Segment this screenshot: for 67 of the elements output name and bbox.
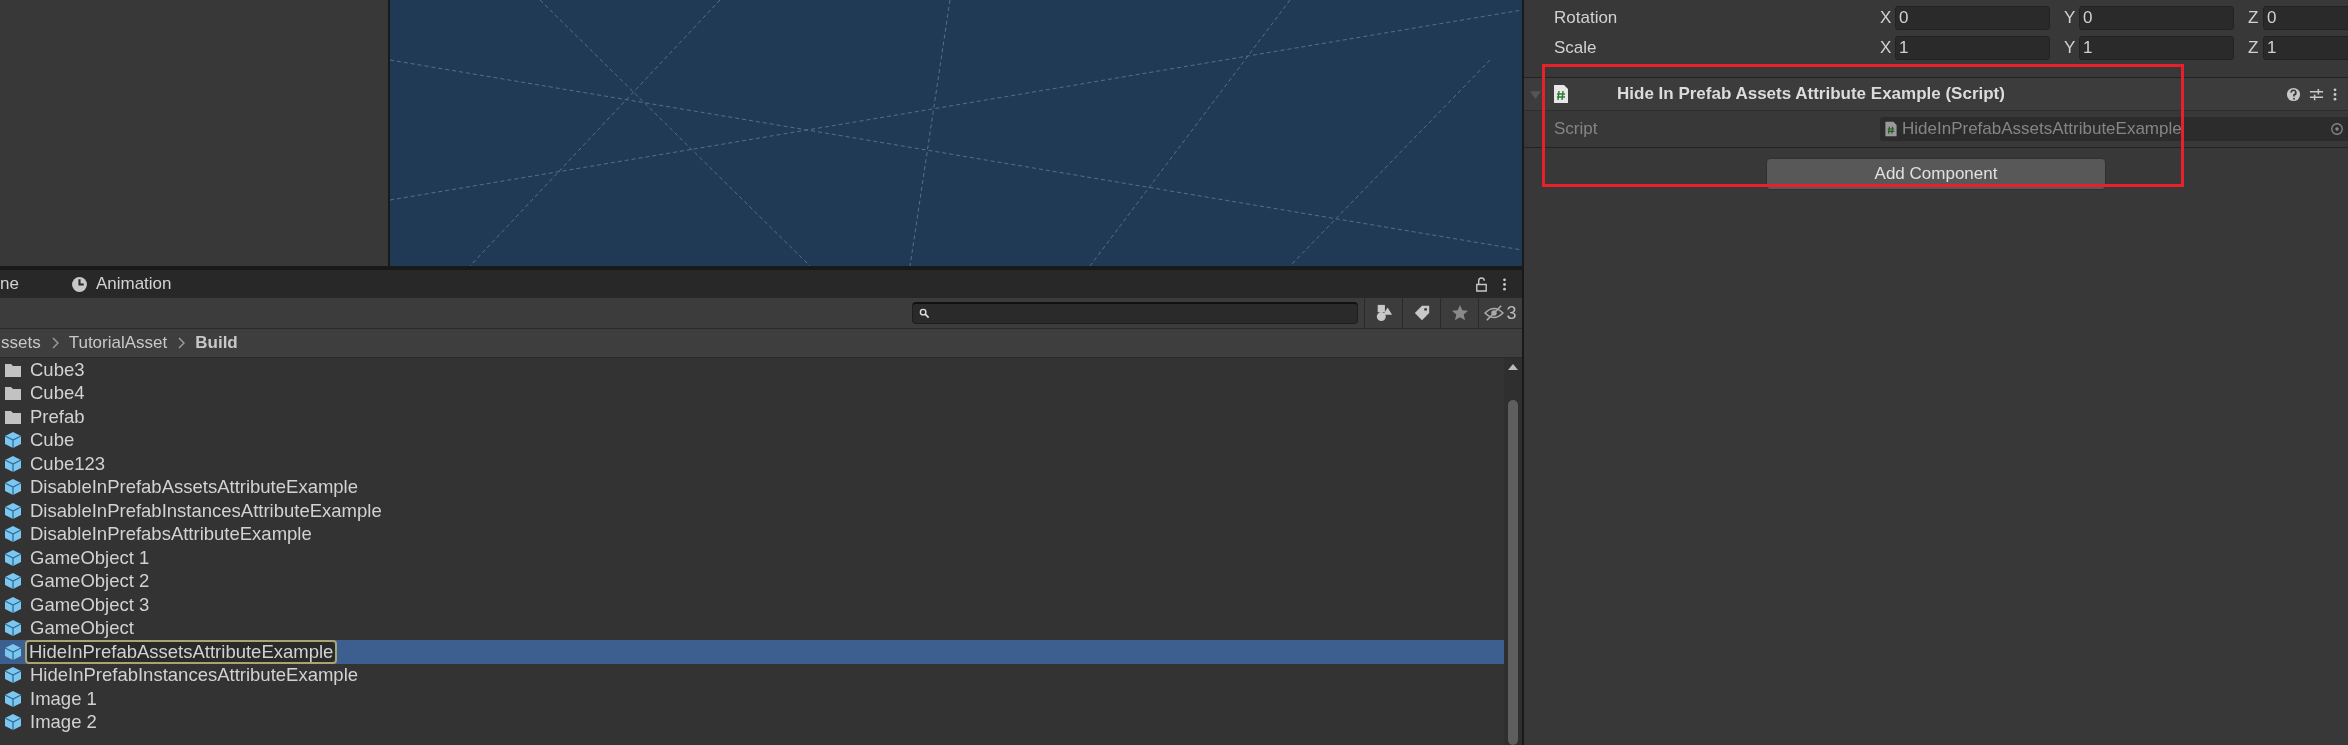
asset-row[interactable]: Image 1 (0, 687, 1504, 711)
asset-row[interactable]: GameObject 2 (0, 569, 1504, 593)
asset-row[interactable]: GameObject 1 (0, 546, 1504, 570)
number-field[interactable]: 1 (2079, 36, 2234, 60)
axis-label: X (1880, 38, 1892, 58)
component-header[interactable]: Hide In Prefab Assets Attribute Example (Script) (1524, 78, 2348, 111)
cube-icon (4, 454, 22, 473)
cube-icon (4, 431, 22, 450)
number-field[interactable]: 0 (2263, 6, 2348, 30)
cube-icon (4, 501, 22, 520)
property-label: Script (1554, 119, 1599, 139)
axis-label: Y (2064, 38, 2076, 58)
asset-row[interactable]: HideInPrefabInstancesAttributeExample (0, 663, 1504, 687)
asset-row[interactable]: DisableInPrefabAssetsAttributeExample (0, 475, 1504, 499)
asset-row[interactable]: Cube3 (0, 358, 1504, 382)
script-file-icon (1553, 84, 1569, 104)
chevron-right-icon (50, 337, 59, 349)
asset-row[interactable]: Cube (0, 428, 1504, 452)
cube-icon (4, 713, 22, 732)
number-field[interactable]: 1 (2263, 36, 2348, 60)
more-options-icon[interactable] (2332, 86, 2338, 102)
axis-label: Z (2248, 38, 2260, 58)
chevron-right-icon (177, 337, 186, 349)
property-label: Rotation (1554, 8, 1619, 28)
clock-icon (70, 275, 88, 293)
search-field[interactable] (912, 302, 1358, 324)
breadcrumb-link[interactable]: ssets (1, 333, 41, 353)
component-title: Hide In Prefab Assets Attribute Example (Script) (1617, 84, 2005, 104)
axis-label: Y (2064, 8, 2076, 28)
scrollbar[interactable] (1504, 358, 1522, 745)
cube-icon (4, 478, 22, 497)
crossed-eye-icon (1484, 304, 1505, 322)
help-icon[interactable] (2286, 86, 2301, 102)
script-file-icon (1884, 121, 1898, 137)
sliders-icon[interactable] (2309, 86, 2324, 102)
folder-icon (4, 384, 22, 403)
search-icon (919, 308, 930, 319)
axis-label: X (1880, 8, 1892, 28)
asset-row[interactable]: DisableInPrefabInstancesAttributeExample (0, 499, 1504, 523)
asset-row[interactable]: GameObject (0, 616, 1504, 640)
asset-row[interactable]: HideInPrefabAssetsAttributeExample (0, 640, 1504, 664)
cube-icon (4, 548, 22, 567)
panel-tab[interactable]: Animation (38, 270, 192, 298)
asset-row[interactable]: Cube4 (0, 381, 1504, 405)
object-picker-icon[interactable] (2330, 121, 2344, 137)
cube-icon (4, 525, 22, 544)
scroll-up-icon[interactable] (1508, 364, 1518, 370)
cube-icon (4, 666, 22, 685)
breadcrumb-link[interactable]: TutorialAsset (68, 333, 168, 353)
cube-icon (4, 642, 22, 661)
asset-row[interactable]: Prefab (0, 405, 1504, 429)
asset-row[interactable]: GameObject 3 (0, 593, 1504, 617)
property-label: Scale (1554, 38, 1598, 58)
number-field[interactable]: 0 (1895, 6, 2050, 30)
cube-icon (4, 595, 22, 614)
panel-tab[interactable]: ne (0, 270, 39, 298)
number-field[interactable]: 0 (2079, 6, 2234, 30)
asset-row[interactable]: DisableInPrefabsAttributeExample (0, 522, 1504, 546)
asset-row[interactable]: Cube123 (0, 452, 1504, 476)
cube-icon (4, 572, 22, 591)
cube-icon (4, 689, 22, 708)
lock-icon[interactable] (1474, 276, 1489, 292)
asset-row[interactable]: Image 2 (0, 710, 1504, 734)
axis-label: Z (2248, 8, 2260, 28)
cube-icon (4, 619, 22, 638)
number-field[interactable]: 1 (1895, 36, 2050, 60)
breadcrumb-link[interactable]: Build (195, 333, 238, 353)
